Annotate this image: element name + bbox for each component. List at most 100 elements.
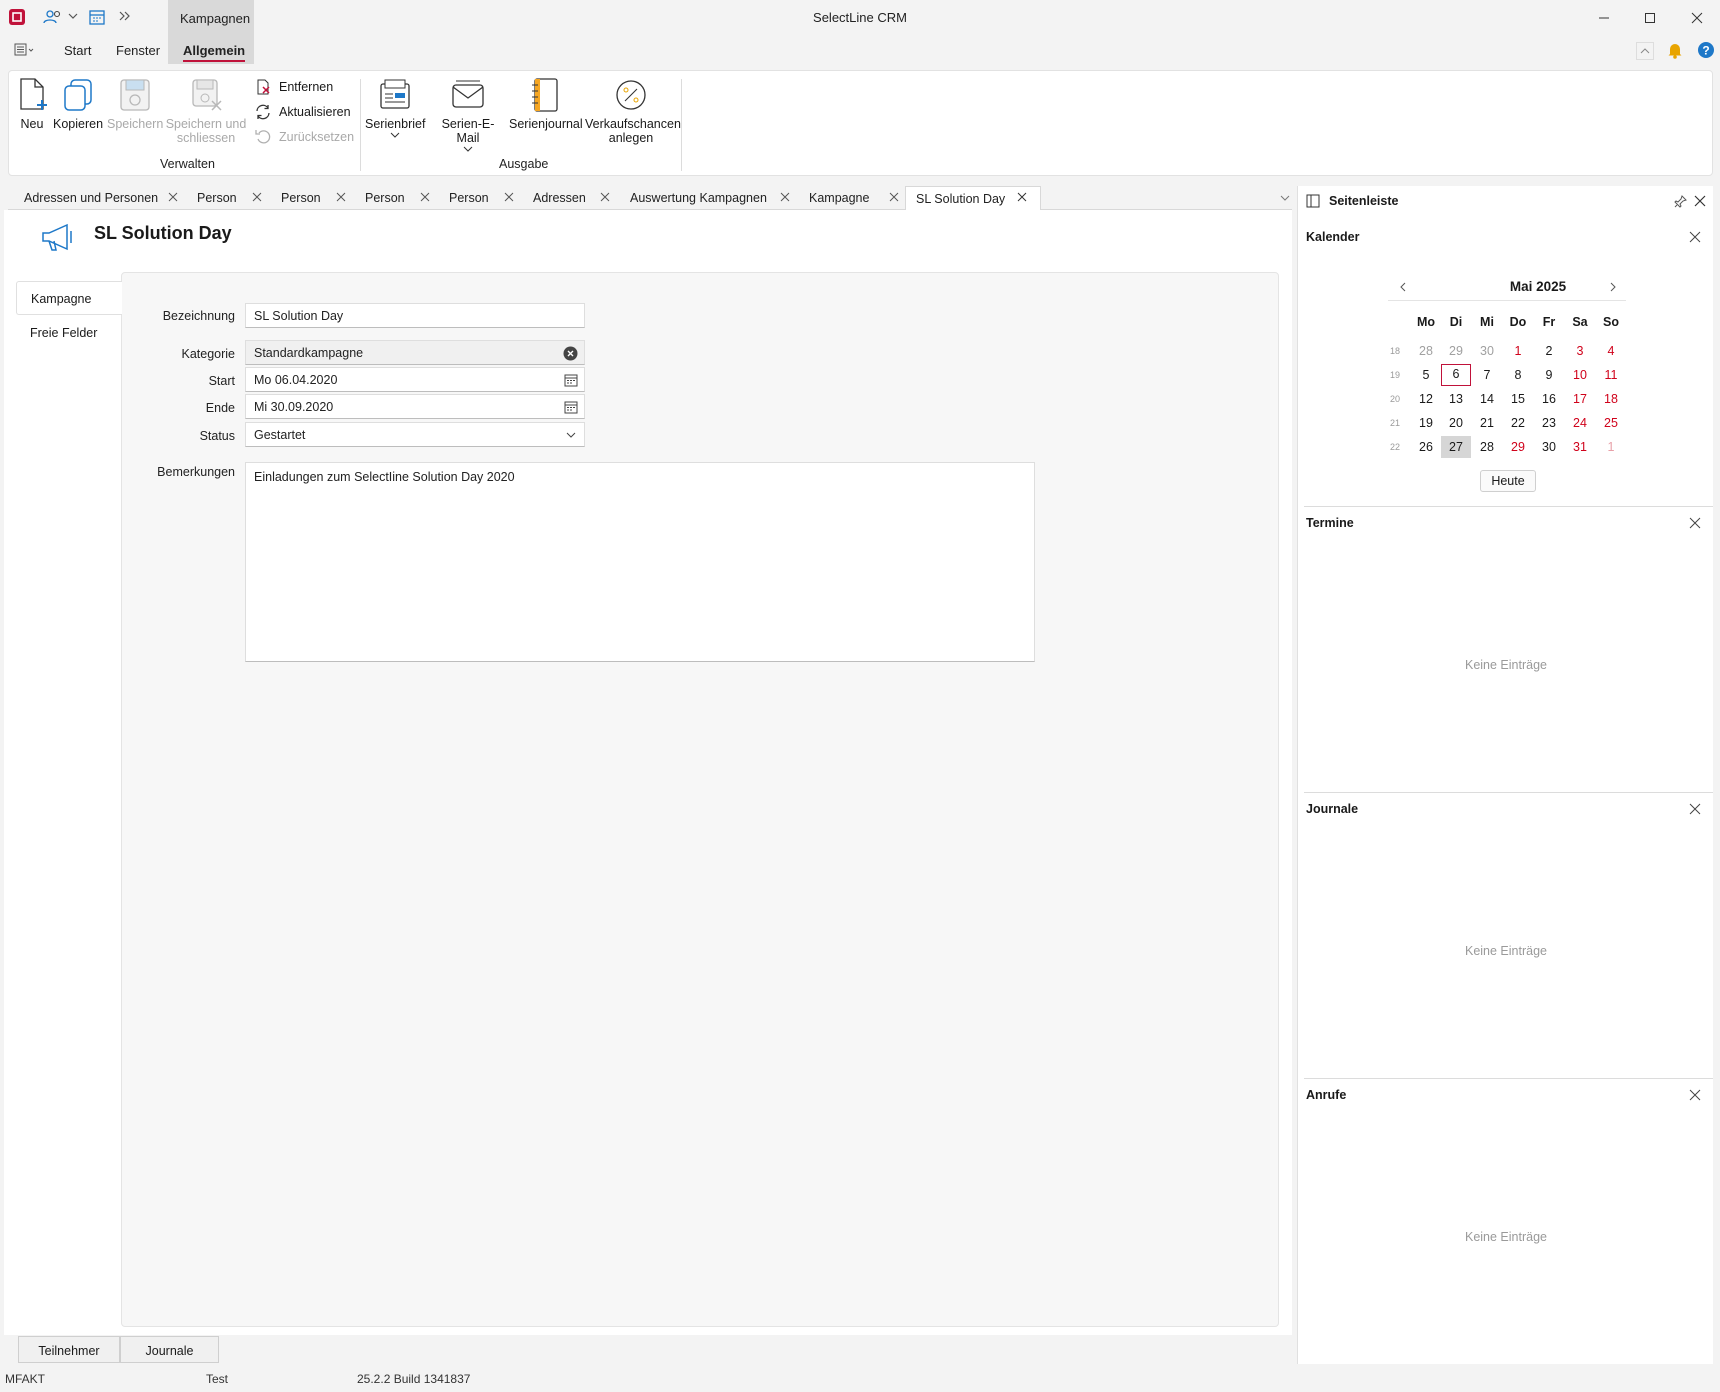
start-date-field[interactable]: Mo 06.04.2020 [245,367,585,392]
chevron-right-icon[interactable] [1608,281,1618,293]
calendar-day[interactable]: 11 [1596,364,1626,386]
clear-icon[interactable] [563,346,578,361]
kategorie-field[interactable]: Standardkampagne [245,340,585,365]
chevron-left-icon[interactable] [1398,281,1408,293]
calendar-day[interactable]: 16 [1534,388,1564,410]
undo-icon [255,130,271,144]
close-icon[interactable] [1015,190,1029,204]
calendar-day[interactable]: 31 [1565,436,1595,458]
calendar-day[interactable]: 22 [1503,412,1533,434]
calendar-day[interactable]: 9 [1534,364,1564,386]
bell-icon[interactable] [1667,41,1683,59]
bottom-tab-teilnehmer[interactable]: Teilnehmer [18,1336,120,1363]
calendar-day[interactable]: 29 [1503,436,1533,458]
calendar-day[interactable]: 6 [1441,364,1471,386]
calendar-day[interactable]: 14 [1472,388,1502,410]
calendar-day[interactable]: 13 [1441,388,1471,410]
side-tab-kampagne[interactable]: Kampagne [16,281,122,315]
close-icon[interactable] [1689,231,1701,243]
help-icon[interactable]: ? [1697,41,1715,59]
calendar-day[interactable]: 30 [1534,436,1564,458]
doc-tab-person-4[interactable]: Person [449,186,489,210]
ribbon-tab-allgemein[interactable]: Allgemein [183,43,246,62]
serial-letter-button[interactable]: Serienbrief [365,77,425,139]
calendar-day[interactable]: 19 [1411,412,1441,434]
doc-tab-kampagne[interactable]: Kampagne [809,186,869,210]
calendar-day[interactable]: 2 [1534,340,1564,362]
close-icon[interactable] [1689,803,1701,815]
calendar-day[interactable]: 21 [1472,412,1502,434]
calendar-day[interactable]: 15 [1503,388,1533,410]
calendar-day[interactable]: 26 [1411,436,1441,458]
menu-icon[interactable] [14,43,36,57]
close-icon[interactable] [1689,1089,1701,1101]
calendar-day[interactable]: 8 [1503,364,1533,386]
bemerkungen-textarea[interactable]: Einladungen zum SelectIine Solution Day … [245,462,1035,662]
calendar-day[interactable]: 23 [1534,412,1564,434]
save-button[interactable]: Speichern [107,77,163,131]
close-icon[interactable] [598,190,612,204]
serial-journal-button[interactable]: Serienjournal [509,77,583,131]
save-close-button[interactable]: Speichern und schliessen [165,77,247,145]
maximize-button[interactable] [1638,6,1662,30]
remove-button[interactable]: Entfernen [255,79,333,95]
bottom-tab-journale[interactable]: Journale [120,1336,219,1363]
calendar-day[interactable]: 29 [1441,340,1471,362]
today-button[interactable]: Heute [1480,470,1536,492]
bezeichnung-field[interactable]: SL Solution Day [245,303,585,328]
close-icon[interactable] [502,190,516,204]
calendar-day[interactable]: 18 [1596,388,1626,410]
calendar-day[interactable]: 20 [1441,412,1471,434]
chevron-down-icon[interactable] [1278,191,1292,205]
close-sidebar-icon[interactable] [1694,195,1706,207]
sales-opportunities-button[interactable]: Verkaufschancen anlegen [585,77,681,145]
calendar-day[interactable]: 28 [1472,436,1502,458]
close-icon[interactable] [1689,517,1701,529]
doc-tab-adressen-personen[interactable]: Adressen und Personen [24,186,158,210]
end-date-field[interactable]: Mi 30.09.2020 [245,394,585,419]
calendar-icon[interactable] [564,373,578,387]
ribbon-tab-start[interactable]: Start [64,43,91,58]
serial-email-button[interactable]: Serien-E-Mail [431,77,505,153]
label-bemerkungen: Bemerkungen [157,465,235,479]
close-icon[interactable] [418,190,432,204]
refresh-button[interactable]: Aktualisieren [255,104,351,120]
doc-tab-person-3[interactable]: Person [365,186,405,210]
close-icon[interactable] [166,190,180,204]
close-icon[interactable] [778,190,792,204]
doc-tab-person-1[interactable]: Person [197,186,237,210]
calendar-day[interactable]: 30 [1472,340,1502,362]
calendar-section-title: Kalender [1306,230,1360,244]
doc-tab-auswertung-kampagnen[interactable]: Auswertung Kampagnen [630,186,767,210]
pin-icon[interactable] [1674,195,1687,208]
calendar-day[interactable]: 12 [1411,388,1441,410]
calendar-day[interactable]: 4 [1596,340,1626,362]
close-icon[interactable] [887,190,901,204]
calendar-day[interactable]: 5 [1411,364,1441,386]
calendar-day[interactable]: 1 [1503,340,1533,362]
weekday-header: Fr [1542,315,1556,329]
status-select[interactable]: Gestartet [245,422,585,447]
doc-tab-adressen[interactable]: Adressen [533,186,586,210]
calendar-day[interactable]: 27 [1441,436,1471,458]
calendar-day[interactable]: 17 [1565,388,1595,410]
calendar-day[interactable]: 10 [1565,364,1595,386]
calendar-day[interactable]: 1 [1596,436,1626,458]
new-button[interactable]: Neu [15,77,49,131]
calendar-day[interactable]: 28 [1411,340,1441,362]
calendar-icon[interactable] [564,400,578,414]
close-icon[interactable] [250,190,264,204]
minimize-button[interactable] [1592,6,1616,30]
calendar-day[interactable]: 24 [1565,412,1595,434]
doc-tab-person-2[interactable]: Person [281,186,321,210]
ribbon-tab-fenster[interactable]: Fenster [116,43,160,58]
collapse-ribbon-button[interactable] [1636,42,1654,60]
calendar-day[interactable]: 25 [1596,412,1626,434]
calendar-day[interactable]: 3 [1565,340,1595,362]
side-tab-freie-felder[interactable]: Freie Felder [16,316,122,350]
close-icon[interactable] [334,190,348,204]
calendar-day[interactable]: 7 [1472,364,1502,386]
copy-button[interactable]: Kopieren [53,77,103,131]
reset-button[interactable]: Zurücksetzen [255,129,354,145]
close-window-button[interactable] [1685,6,1709,30]
